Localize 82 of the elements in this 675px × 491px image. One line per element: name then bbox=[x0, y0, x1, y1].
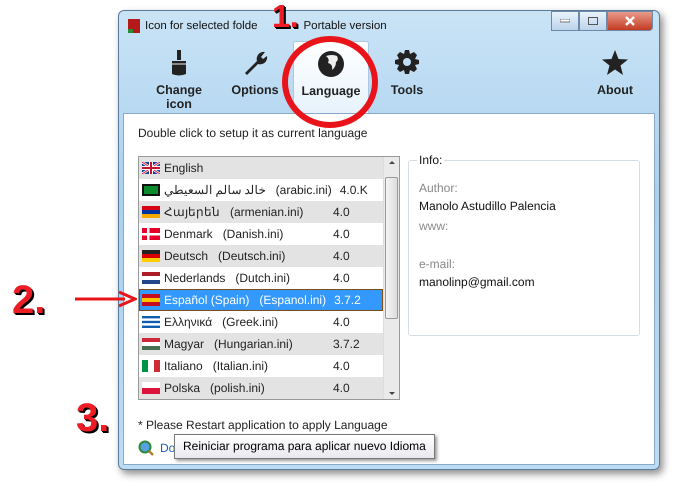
note-text: * Please Restart application to apply Language bbox=[138, 418, 389, 432]
language-name: Ελληνικά bbox=[164, 315, 212, 329]
language-row[interactable]: Italiano (Italian.ini) 4.0 bbox=[139, 355, 383, 377]
version-text: 4.0 bbox=[333, 249, 351, 263]
version-text: 4.0 bbox=[333, 315, 351, 329]
language-name: Magyar bbox=[164, 337, 204, 351]
version-text: 4.0 bbox=[333, 271, 351, 285]
language-row[interactable]: Denmark (Danish.ini) 4.0 bbox=[139, 223, 383, 245]
step-number: 2. bbox=[12, 280, 46, 320]
language-name: Denmark bbox=[164, 227, 213, 241]
file-name: (Danish.ini) bbox=[222, 227, 284, 241]
field-label: www: bbox=[419, 219, 450, 233]
file-name: (Italian.ini) bbox=[212, 359, 268, 373]
app-icon bbox=[127, 18, 141, 34]
globe-icon bbox=[315, 48, 347, 80]
maximize-icon bbox=[588, 17, 598, 25]
language-name: Deutsch bbox=[164, 249, 208, 263]
file-name: (Greek.ini) bbox=[222, 315, 278, 329]
field-value: manolinp@gmail.com bbox=[419, 275, 536, 289]
file-name: (Espanol.ini) bbox=[259, 293, 326, 307]
field-label: e-mail: bbox=[419, 257, 456, 271]
window-title: Icon for selected folde bbox=[145, 20, 258, 32]
language-name: Nederlands bbox=[164, 271, 226, 285]
step-number: 1. bbox=[272, 0, 299, 32]
scrollbar[interactable] bbox=[383, 157, 399, 399]
close-button[interactable] bbox=[607, 11, 653, 31]
field-value: Manolo Astudillo Palencia bbox=[419, 199, 557, 213]
tooltip: Reiniciar programa para aplicar nuevo Idioma bbox=[174, 434, 435, 459]
minimize-button[interactable] bbox=[551, 11, 579, 31]
toolbar-tab[interactable]: Tools bbox=[369, 41, 445, 113]
version-text: 4.0 bbox=[333, 359, 351, 373]
flag-icon bbox=[142, 360, 160, 372]
language-row[interactable]: Deutsch (Deutsch.ini) 4.0 bbox=[139, 245, 383, 267]
toolbar-tab[interactable]: Change icon bbox=[141, 41, 217, 113]
maximize-button[interactable] bbox=[579, 11, 607, 31]
language-row[interactable]: Nederlands (Dutch.ini) 4.0 bbox=[139, 267, 383, 289]
language-name: Polska bbox=[164, 381, 200, 395]
file-name: (Deutsch.ini) bbox=[218, 249, 286, 263]
version-text: 4.0 bbox=[333, 381, 351, 395]
flag-icon bbox=[142, 316, 160, 328]
version-text: 4.0 bbox=[333, 205, 351, 219]
language-name: English bbox=[164, 161, 204, 175]
language-list[interactable] bbox=[138, 156, 400, 400]
flag-icon bbox=[142, 382, 160, 394]
version-text: 3.7.2 bbox=[334, 293, 362, 307]
version-text: 4.0.K bbox=[340, 183, 369, 197]
instruction-text: Double click to setup it as current language bbox=[138, 126, 368, 140]
language-name: Հայերեն bbox=[164, 205, 220, 219]
flag-icon bbox=[142, 162, 160, 174]
close-icon bbox=[624, 16, 636, 26]
group-title: Info: bbox=[417, 153, 444, 167]
toolbar-tab[interactable]: About bbox=[577, 41, 653, 113]
language-row[interactable]: Polska (polish.ini) 4.0 bbox=[139, 377, 383, 399]
toolbar-tab[interactable]: Language bbox=[293, 41, 369, 113]
file-name: (polish.ini) bbox=[210, 381, 265, 395]
version-text: 3.7.2 bbox=[333, 337, 361, 351]
language-row[interactable]: Ελληνικά (Greek.ini) 4.0 bbox=[139, 311, 383, 333]
language-name: Español (Spain) bbox=[164, 293, 250, 307]
file-name: (arabic.ini) bbox=[276, 183, 332, 197]
magnifier-icon bbox=[138, 440, 154, 456]
file-name: (armenian.ini) bbox=[230, 205, 304, 219]
file-name: (Dutch.ini) bbox=[235, 271, 290, 285]
minimize-icon bbox=[560, 19, 570, 23]
language-row[interactable]: Magyar (Hungarian.ini) 3.7.2 bbox=[139, 333, 383, 355]
language-name: خالد سالم السعيطي bbox=[164, 183, 266, 197]
flag-icon bbox=[142, 206, 160, 218]
flag-icon bbox=[142, 294, 160, 306]
field-label: Author: bbox=[419, 181, 459, 195]
flag-icon bbox=[142, 228, 160, 240]
language-row[interactable]: Հայերեն (armenian.ini) 4.0 bbox=[139, 201, 383, 223]
flag-icon bbox=[142, 338, 160, 350]
file-name: (Hungarian.ini) bbox=[214, 337, 293, 351]
language-name: Italiano bbox=[164, 359, 203, 373]
language-row[interactable]: English bbox=[139, 157, 383, 179]
pointer-arrow bbox=[75, 289, 137, 309]
toolbar-tab[interactable]: Options bbox=[217, 41, 293, 113]
step-number: 3. bbox=[76, 398, 110, 438]
window-title: Portable version bbox=[304, 20, 387, 32]
flag-icon bbox=[142, 184, 160, 196]
flag-icon bbox=[142, 250, 160, 262]
flag-icon bbox=[142, 272, 160, 284]
version-text: 4.0 bbox=[333, 227, 351, 241]
